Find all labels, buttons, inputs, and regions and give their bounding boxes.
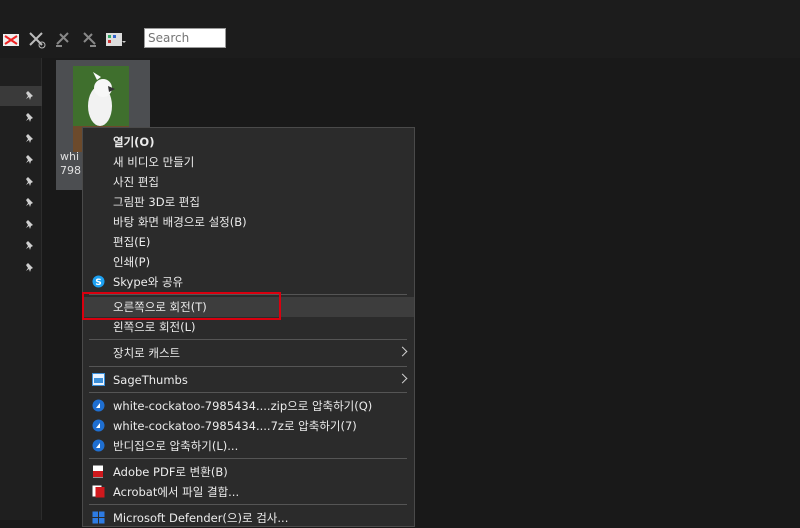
nav-item[interactable]	[0, 129, 42, 149]
pin-icon	[26, 177, 33, 186]
menu-item-label: 편집(E)	[113, 235, 151, 249]
menu-item-label: 인쇄(P)	[113, 255, 151, 269]
pin-icon	[26, 91, 33, 100]
search-input[interactable]	[144, 28, 226, 48]
menu-item-skype-share[interactable]: S Skype와 공유	[83, 272, 414, 292]
acrobat-icon	[92, 485, 105, 498]
menu-item-print[interactable]: 인쇄(P)	[83, 252, 414, 272]
chevron-right-icon	[397, 346, 408, 357]
menu-item-bandizip[interactable]: 반디집으로 압축하기(L)...	[83, 436, 414, 456]
skype-icon: S	[92, 275, 105, 288]
menu-separator	[89, 366, 407, 367]
menu-item-edit[interactable]: 편집(E)	[83, 232, 414, 252]
redo-icon[interactable]	[78, 28, 100, 50]
menu-item-label: white-cockatoo-7985434....7z로 압축하기(7)	[113, 419, 357, 433]
pin-icon	[26, 198, 33, 207]
menu-item-label: white-cockatoo-7985434....zip으로 압축하기(Q)	[113, 399, 373, 413]
menu-separator	[89, 504, 407, 505]
pin-icon	[26, 155, 33, 164]
menu-item-adobe-pdf[interactable]: Adobe PDF로 변환(B)	[83, 462, 414, 482]
menu-item-open[interactable]: 열기(O)	[83, 132, 414, 152]
menu-item-defender-scan[interactable]: Microsoft Defender(으)로 검사...	[83, 508, 414, 528]
menu-item-label: Adobe PDF로 변환(B)	[113, 465, 228, 479]
pin-icon	[26, 220, 33, 229]
menu-item-rotate-left[interactable]: 왼쪽으로 회전(L)	[83, 317, 414, 337]
menu-item-label: Skype와 공유	[113, 275, 184, 289]
pdf-icon	[93, 465, 103, 478]
menu-item-cast[interactable]: 장치로 캐스트	[83, 343, 414, 363]
nav-item[interactable]	[0, 258, 42, 278]
nav-item[interactable]	[0, 193, 42, 213]
pin-icon	[26, 113, 33, 122]
menu-item-acrobat-combine[interactable]: Acrobat에서 파일 결합...	[83, 482, 414, 502]
cut-icon[interactable]	[26, 28, 48, 50]
sagethumbs-icon	[92, 373, 105, 386]
menu-item-edit-photo[interactable]: 사진 편집	[83, 172, 414, 192]
menu-item-label: Acrobat에서 파일 결합...	[113, 485, 240, 499]
menu-item-set-wallpaper[interactable]: 바탕 화면 배경으로 설정(B)	[83, 212, 414, 232]
menu-separator	[89, 339, 407, 340]
nav-item[interactable]	[0, 150, 42, 170]
menu-item-label: SageThumbs	[113, 373, 188, 387]
delete-icon[interactable]	[0, 28, 22, 50]
menu-item-label: 바탕 화면 배경으로 설정(B)	[113, 215, 247, 229]
menu-item-label: Microsoft Defender(으)로 검사...	[113, 511, 289, 525]
bandizip-icon	[92, 419, 105, 432]
nav-item[interactable]	[0, 86, 42, 106]
menu-item-label: 반디집으로 압축하기(L)...	[113, 439, 239, 453]
menu-item-zip[interactable]: white-cockatoo-7985434....zip으로 압축하기(Q)	[83, 396, 414, 416]
menu-item-label: 그림판 3D로 편집	[113, 195, 200, 209]
menu-item-label: 장치로 캐스트	[113, 346, 181, 360]
menu-item-label: 새 비디오 만들기	[113, 155, 195, 169]
menu-item-paint3d[interactable]: 그림판 3D로 편집	[83, 192, 414, 212]
menu-item-sagethumbs[interactable]: SageThumbs	[83, 370, 414, 390]
menu-item-label: 사진 편집	[113, 175, 159, 189]
menu-item-new-video[interactable]: 새 비디오 만들기	[83, 152, 414, 172]
pin-icon	[26, 263, 33, 272]
menu-item-7z[interactable]: white-cockatoo-7985434....7z로 압축하기(7)	[83, 416, 414, 436]
menu-separator	[89, 392, 407, 393]
nav-item[interactable]	[0, 108, 42, 128]
menu-item-label: 열기(O)	[113, 135, 155, 149]
view-icon[interactable]	[104, 28, 126, 50]
navigation-pane	[0, 58, 42, 520]
context-menu: 열기(O) 새 비디오 만들기 사진 편집 그림판 3D로 편집 바탕 화면 배…	[82, 127, 415, 527]
menu-separator	[89, 458, 407, 459]
toolbar	[0, 26, 130, 52]
svg-text:S: S	[95, 278, 101, 288]
undo-icon[interactable]	[52, 28, 74, 50]
bandizip-icon	[92, 399, 105, 412]
chevron-right-icon	[397, 373, 408, 384]
menu-item-label: 왼쪽으로 회전(L)	[113, 320, 196, 334]
nav-item[interactable]	[0, 236, 42, 256]
pin-icon	[26, 134, 33, 143]
defender-icon	[92, 511, 105, 524]
highlight-box	[82, 292, 281, 320]
bandizip-icon	[92, 439, 105, 452]
nav-item[interactable]	[0, 172, 42, 192]
nav-item[interactable]	[0, 215, 42, 235]
pin-icon	[26, 241, 33, 250]
